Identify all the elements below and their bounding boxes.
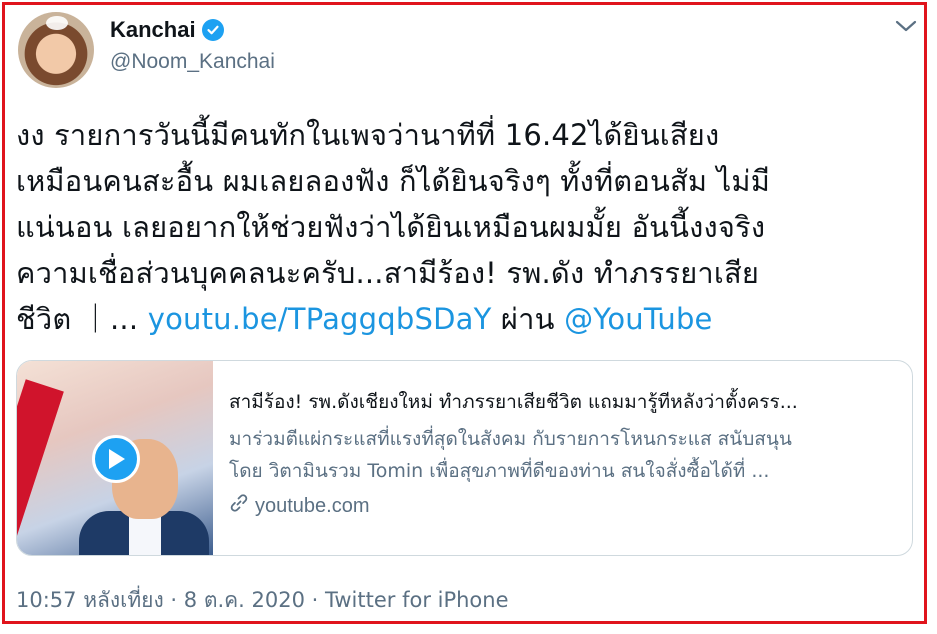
link-icon (229, 493, 249, 519)
tweet-line: ความเชื่อส่วนบุคคลนะครับ...สามีร้อง! รพ.… (16, 256, 760, 290)
tweet-mention[interactable]: @YouTube (564, 302, 713, 336)
thumbnail-stripe (17, 379, 64, 555)
play-icon[interactable] (92, 435, 140, 483)
tweet-date[interactable]: 8 ต.ค. 2020 (184, 588, 305, 612)
author-name-row[interactable]: Kanchai (110, 17, 224, 43)
tweet-line: ชีวิต ｜... youtu.be/TPaggqbSDaY ผ่าน @Yo… (16, 296, 916, 342)
avatar[interactable] (18, 12, 94, 88)
card-domain: youtube.com (255, 494, 370, 517)
avatar-bow (46, 16, 68, 30)
meta-separator: · (163, 588, 184, 612)
verified-badge-icon (201, 19, 224, 41)
card-description: มาร่วมตีแผ่กระแสที่แรงที่สุดในสังคม กับร… (229, 423, 899, 487)
card-description-line: มาร่วมตีแผ่กระแสที่แรงที่สุดในสังคม กับร… (229, 428, 792, 450)
tweet-time[interactable]: 10:57 หลังเที่ยง (16, 588, 164, 612)
author-handle[interactable]: @Noom_Kanchai (110, 50, 275, 74)
tweet-source[interactable]: Twitter for iPhone (325, 588, 509, 612)
card-domain-row: youtube.com (229, 493, 899, 519)
tweet-line-prefix: ชีวิต ｜... (16, 302, 148, 336)
tweet-line: แน่นอน เลยอยากให้ช่วยฟังว่าได้ยินเหมือนผ… (16, 210, 766, 244)
tweet-meta: 10:57 หลังเที่ยง · 8 ต.ค. 2020 · Twitter… (16, 584, 509, 617)
card-body: สามีร้อง! รพ.ดังเชียงใหม่ ทำภรรยาเสียชีว… (229, 387, 899, 519)
tweet-line: งง รายการวันนี้มีคนทักในเพจว่านาทีที่ 16… (16, 118, 720, 152)
card-description-line: โดย วิตามินรวม Tomin เพื่อสุขภาพที่ดีของ… (229, 460, 770, 482)
video-thumbnail[interactable] (17, 361, 213, 555)
chevron-down-icon[interactable] (895, 18, 917, 37)
tweet-text: งง รายการวันนี้มีคนทักในเพจว่านาทีที่ 16… (16, 112, 916, 342)
author-name[interactable]: Kanchai (110, 17, 196, 43)
card-title: สามีร้อง! รพ.ดังเชียงใหม่ ทำภรรยาเสียชีว… (229, 391, 798, 413)
tweet-via: ผ่าน (491, 302, 565, 336)
tweet-line: เหมือนคนสะอื้น ผมเลยลองฟัง ก็ได้ยินจริงๆ… (16, 164, 771, 198)
link-preview-card[interactable]: สามีร้อง! รพ.ดังเชียงใหม่ ทำภรรยาเสียชีว… (16, 360, 913, 556)
tweet-link[interactable]: youtu.be/TPaggqbSDaY (148, 302, 492, 336)
meta-separator: · (304, 588, 326, 612)
